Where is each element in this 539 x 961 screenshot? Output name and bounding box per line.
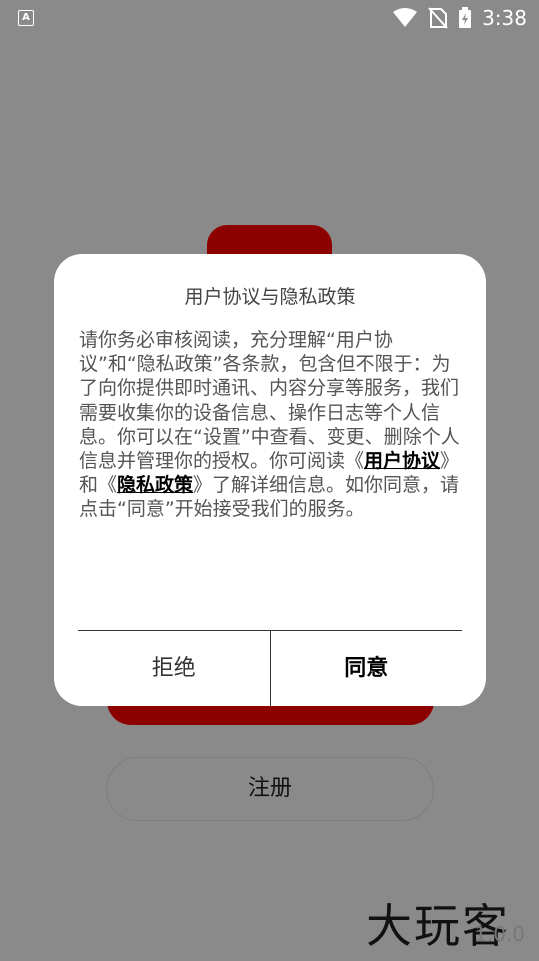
agree-button[interactable]: 同意	[270, 631, 462, 706]
no-sim-icon	[428, 7, 448, 29]
privacy-dialog: 用户协议与隐私政策 请你务必审核阅读，充分理解“用户协议”和“隐私政策”各条款，…	[54, 254, 486, 706]
dialog-title: 用户协议与隐私政策	[184, 286, 356, 308]
dialog-body: 请你务必审核阅读，充分理解“用户协议”和“隐私政策”各条款，包含但不限于：为了向…	[79, 328, 463, 522]
reject-button[interactable]: 拒绝	[78, 631, 271, 706]
status-bar: A 3:38	[0, 0, 539, 36]
version-label: 1.0.0	[474, 922, 525, 946]
status-time: 3:38	[482, 6, 527, 30]
dialog-actions: 拒绝 同意	[78, 630, 462, 706]
user-agreement-link[interactable]: 用户协议	[364, 450, 440, 472]
status-icons: 3:38	[392, 6, 527, 30]
wifi-icon	[393, 8, 418, 27]
register-button[interactable]: 注册	[106, 757, 434, 821]
privacy-policy-link[interactable]: 隐私政策	[117, 474, 193, 496]
watermark: 大玩客 1.0.0	[366, 890, 531, 954]
battery-charging-icon	[459, 7, 472, 28]
accessibility-icon: A	[18, 10, 34, 26]
